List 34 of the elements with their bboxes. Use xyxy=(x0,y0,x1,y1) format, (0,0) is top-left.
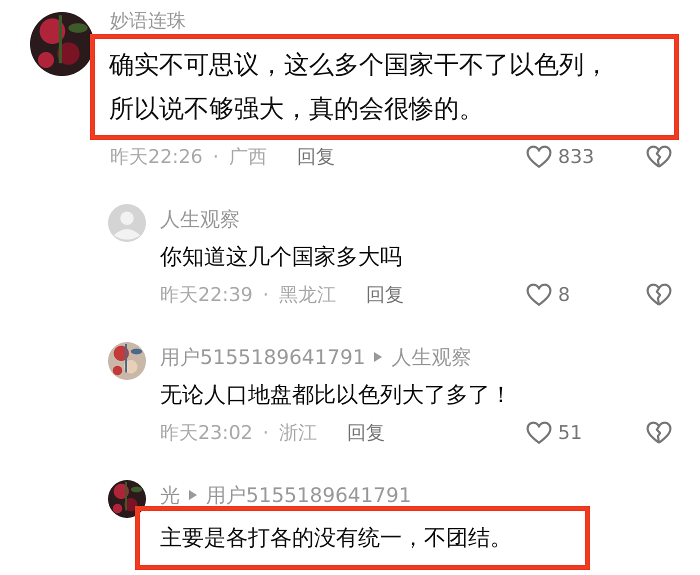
reply-link[interactable]: 回复 xyxy=(366,280,404,310)
like-icon[interactable] xyxy=(526,145,552,169)
username[interactable]: 妙语连珠 xyxy=(110,8,186,34)
like-count: 8 xyxy=(558,283,572,308)
separator-dot: · xyxy=(262,421,269,446)
reply-target[interactable]: 人生观察 xyxy=(391,340,472,374)
comment-region: 广西 xyxy=(228,145,267,170)
comment-text: 你知道这几个国家多大吗 xyxy=(160,244,403,272)
like-icon[interactable] xyxy=(526,421,552,445)
avatar-icon xyxy=(108,204,146,242)
broken-heart-icon[interactable] xyxy=(646,145,672,169)
comment-region: 黑龙江 xyxy=(278,283,336,308)
comment-text: 无论人口地盘都比以色列大了多了！ xyxy=(160,382,513,410)
reply-link[interactable]: 回复 xyxy=(296,142,335,172)
like-count: 51 xyxy=(558,421,584,446)
username[interactable]: 光 xyxy=(160,478,180,512)
reply-target[interactable]: 用户5155189641791 xyxy=(206,478,412,512)
comment-time: 昨天23:02 xyxy=(160,421,253,446)
like-count: 833 xyxy=(558,145,596,170)
comment-text: 主要是各打各的没有统一，不团结。 xyxy=(160,525,513,553)
separator-dot: · xyxy=(212,145,219,170)
play-icon xyxy=(373,351,384,363)
broken-heart-icon[interactable] xyxy=(646,421,672,445)
like-icon[interactable] xyxy=(526,283,552,307)
broken-heart-icon[interactable] xyxy=(646,283,672,307)
comment-text: 确实不可思议，这么多个国家干不了以色列，所以说不够强大，真的会很惨的。 xyxy=(109,49,610,125)
comment-time: 昨天22:39 xyxy=(160,283,253,308)
reply-link[interactable]: 回复 xyxy=(346,418,385,448)
username[interactable]: 用户5155189641791 xyxy=(160,340,366,374)
play-icon xyxy=(188,489,198,501)
username[interactable]: 人生观察 xyxy=(160,202,240,236)
comment-region: 浙江 xyxy=(278,421,317,446)
separator-dot: · xyxy=(262,283,269,308)
comment-time: 昨天22:26 xyxy=(110,145,203,170)
